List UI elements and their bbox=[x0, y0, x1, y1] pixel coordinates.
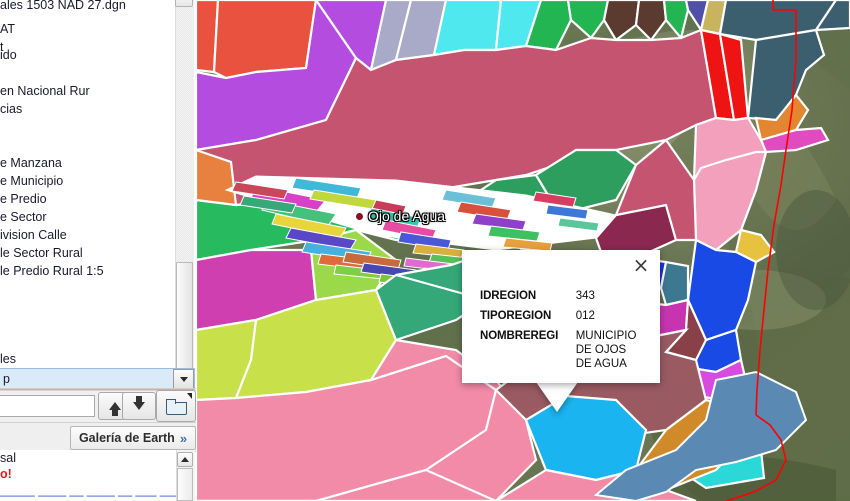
gallery-toolbar: Galería de Earth » bbox=[0, 422, 196, 452]
tree-item[interactable]: ales 1503 NAD 27.dgn bbox=[0, 0, 126, 14]
double-chevron-right-icon: » bbox=[179, 430, 188, 446]
info-line[interactable]: _____ ____ __ ____ __ ___ ___ bbox=[0, 482, 176, 498]
tree-item[interactable]: le Predio Rural 1:5 bbox=[0, 262, 104, 280]
close-icon[interactable]: × bbox=[631, 255, 651, 275]
tree-item[interactable]: cias bbox=[0, 100, 22, 118]
tree-scrollbar-thumb[interactable] bbox=[176, 262, 193, 372]
tree-item[interactable]: ivision Calle bbox=[0, 226, 67, 244]
earth-gallery-label: Galería de Earth bbox=[78, 431, 175, 445]
search-input[interactable] bbox=[0, 395, 95, 417]
tree-item[interactable]: e Manzana bbox=[0, 154, 62, 172]
table-row: IDREGION 343 bbox=[480, 289, 650, 309]
attribute-value: 343 bbox=[575, 290, 595, 302]
info-line: o! bbox=[0, 467, 12, 481]
attribute-key: IDREGION bbox=[480, 290, 537, 302]
combo-caption: les bbox=[0, 352, 16, 366]
balloon-tail bbox=[536, 382, 578, 412]
placemark-label: Ojo de Agua bbox=[368, 208, 446, 224]
placemark-dot-icon bbox=[355, 212, 364, 221]
feature-info-balloon: × IDREGION 343 TIPOREGION 012 NOMBREREGI… bbox=[462, 250, 660, 383]
arrow-up-icon bbox=[109, 402, 121, 416]
earth-gallery-button[interactable]: Galería de Earth » bbox=[70, 426, 196, 450]
folder-icon bbox=[166, 398, 187, 415]
feature-attributes-table: IDREGION 343 TIPOREGION 012 NOMBREREGI M… bbox=[480, 289, 650, 377]
places-tree[interactable]: ales 1503 NAD 27.dgn AT t ido en Nacional Ru… bbox=[0, 0, 174, 356]
table-row: NOMBREREGI MUNICIPIO DE OJOS DE AGUA bbox=[480, 329, 650, 377]
tree-item[interactable]: AT bbox=[0, 20, 15, 38]
info-panel: sal o! _____ ____ __ ____ __ ___ ___ bbox=[0, 450, 176, 501]
attribute-value: 012 bbox=[575, 310, 595, 322]
left-panel: ales 1503 NAD 27.dgn AT t ido en Nacional Ru… bbox=[0, 0, 196, 501]
folder-caret-icon bbox=[187, 393, 192, 399]
move-down-button[interactable] bbox=[122, 392, 156, 420]
tree-scroll-up-button[interactable] bbox=[175, 0, 193, 7]
info-scrollbar-thumb[interactable] bbox=[177, 468, 193, 501]
map-viewport[interactable]: Ojo de Agua × IDREGION 343 TIPOREGION 01… bbox=[196, 0, 850, 501]
chevron-down-glyph bbox=[179, 376, 188, 382]
chevron-down-icon[interactable] bbox=[173, 369, 194, 389]
attribute-key: NOMBREREGI bbox=[480, 330, 559, 342]
tree-item[interactable]: ido bbox=[0, 46, 17, 64]
tree-item[interactable]: e Sector bbox=[0, 208, 47, 226]
tree-item[interactable]: le Sector Rural bbox=[0, 244, 83, 262]
layer-select[interactable]: p bbox=[0, 368, 195, 390]
tree-item[interactable]: e Predio bbox=[0, 190, 47, 208]
google-earth-window: Ojo de Agua × IDREGION 343 TIPOREGION 01… bbox=[0, 0, 850, 501]
attribute-key: TIPOREGION bbox=[480, 310, 552, 322]
info-scroll-up-button[interactable] bbox=[177, 452, 193, 467]
tree-item[interactable]: e Municipio bbox=[0, 172, 63, 190]
layer-select-value: p bbox=[3, 372, 10, 386]
info-line: sal bbox=[0, 451, 16, 465]
scroll-up-icon bbox=[181, 457, 189, 462]
tree-item[interactable]: en Nacional Rur bbox=[0, 82, 90, 100]
panel-divider bbox=[0, 388, 196, 389]
table-row: TIPOREGION 012 bbox=[480, 309, 650, 329]
arrow-down-icon bbox=[133, 396, 145, 410]
new-folder-button[interactable] bbox=[156, 390, 196, 422]
attribute-value: MUNICIPIO DE OJOS DE AGUA bbox=[575, 330, 637, 370]
search-toolbar bbox=[0, 390, 196, 423]
